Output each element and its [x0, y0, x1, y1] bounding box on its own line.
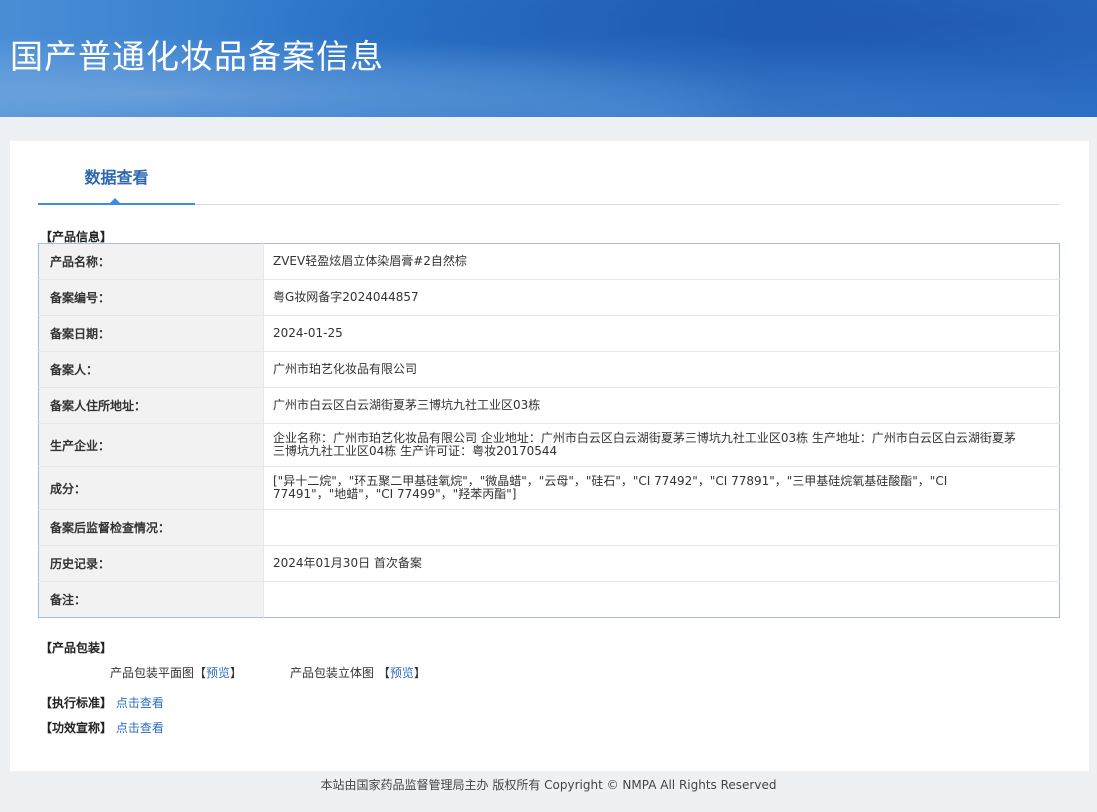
packaging-solid-open-bracket: 【 [377, 666, 390, 680]
row-key-ingredients: 成分： [38, 466, 264, 510]
row-value-history: 2024年01月30日 首次备案 [263, 545, 1060, 582]
row-value-manufacturer: 企业名称：广州市珀艺化妆品有限公司 企业地址：广州市白云区白云湖街夏茅三博坑九社… [263, 423, 1060, 467]
main-panel: 数据查看 【产品信息】 产品名称： ZVEV轻盈炫眉立体染眉膏#2自然棕 备案编… [10, 141, 1089, 771]
standard-view-link[interactable]: 点击查看 [116, 696, 164, 710]
row-key-history: 历史记录： [38, 545, 264, 582]
table-row: 备注： [38, 581, 1060, 618]
tab-data-view[interactable]: 数据查看 [38, 141, 195, 205]
row-value-supervision [263, 509, 1060, 546]
packaging-heading: 【产品包装】 [40, 641, 113, 655]
packaging-flat-open-bracket: 【 [194, 666, 207, 680]
row-value-registrant: 广州市珀艺化妆品有限公司 [263, 351, 1060, 388]
header-banner: 国产普通化妆品备案信息 [0, 0, 1097, 117]
table-row: 生产企业： 企业名称：广州市珀艺化妆品有限公司 企业地址：广州市白云区白云湖街夏… [38, 423, 1060, 467]
tab-bar: 数据查看 [38, 141, 1060, 205]
row-key-supervision: 备案后监督检查情况： [38, 509, 264, 546]
standard-row: 【执行标准】 点击查看 [40, 694, 164, 711]
packaging-flat: 产品包装平面图【预览】 [110, 664, 242, 681]
table-row: 备案日期： 2024-01-25 [38, 315, 1060, 352]
table-row: 备案后监督检查情况： [38, 509, 1060, 546]
table-row: 备案人： 广州市珀艺化妆品有限公司 [38, 351, 1060, 388]
packaging-solid-label: 产品包装立体图 [290, 666, 378, 680]
row-key-registrant: 备案人： [38, 351, 264, 388]
row-key-registrant-address: 备案人住所地址： [38, 387, 264, 424]
footer-copyright: 本站由国家药品监督管理局主办 版权所有 Copyright © NMPA All… [320, 778, 777, 792]
efficacy-view-link[interactable]: 点击查看 [116, 721, 164, 735]
packaging-solid: 产品包装立体图 【预览】 [290, 664, 426, 681]
efficacy-row: 【功效宣称】 点击查看 [40, 719, 164, 736]
row-key-manufacturer: 生产企业： [38, 423, 264, 467]
row-key-product-name: 产品名称： [38, 243, 264, 280]
page-title: 国产普通化妆品备案信息 [10, 37, 384, 76]
table-row: 备案人住所地址： 广州市白云区白云湖街夏茅三博坑九社工业区03栋 [38, 387, 1060, 424]
packaging-flat-close-bracket: 】 [230, 666, 243, 680]
packaging-solid-close-bracket: 】 [413, 666, 426, 680]
active-tab-caret-icon [109, 198, 121, 204]
row-value-filing-date: 2024-01-25 [263, 315, 1060, 352]
row-key-remarks: 备注： [38, 581, 264, 618]
row-value-ingredients: ["异十二烷"，"环五聚二甲基硅氧烷"，"微晶蜡"，"云母"，"硅石"，"CI … [263, 466, 1060, 510]
row-value-remarks [264, 582, 1060, 618]
efficacy-label: 【功效宣称】 [40, 721, 113, 735]
row-value-registrant-address: 广州市白云区白云湖街夏茅三博坑九社工业区03栋 [263, 387, 1060, 424]
packaging-solid-preview-link[interactable]: 预览 [390, 666, 414, 680]
standard-label: 【执行标准】 [40, 696, 113, 710]
row-value-product-name: ZVEV轻盈炫眉立体染眉膏#2自然棕 [263, 243, 1060, 280]
product-info-table: 产品名称： ZVEV轻盈炫眉立体染眉膏#2自然棕 备案编号： 粤G妆网备字202… [38, 243, 1060, 618]
row-key-filing-date: 备案日期： [38, 315, 264, 352]
table-row: 历史记录： 2024年01月30日 首次备案 [38, 545, 1060, 582]
packaging-flat-label: 产品包装平面图 [110, 666, 195, 680]
row-key-filing-number: 备案编号： [38, 279, 264, 316]
row-value-filing-number: 粤G妆网备字2024044857 [263, 279, 1060, 316]
packaging-flat-preview-link[interactable]: 预览 [206, 666, 230, 680]
table-row: 备案编号： 粤G妆网备字2024044857 [38, 279, 1060, 316]
table-row: 产品名称： ZVEV轻盈炫眉立体染眉膏#2自然棕 [38, 243, 1060, 280]
table-row: 成分： ["异十二烷"，"环五聚二甲基硅氧烷"，"微晶蜡"，"云母"，"硅石"，… [38, 466, 1060, 510]
